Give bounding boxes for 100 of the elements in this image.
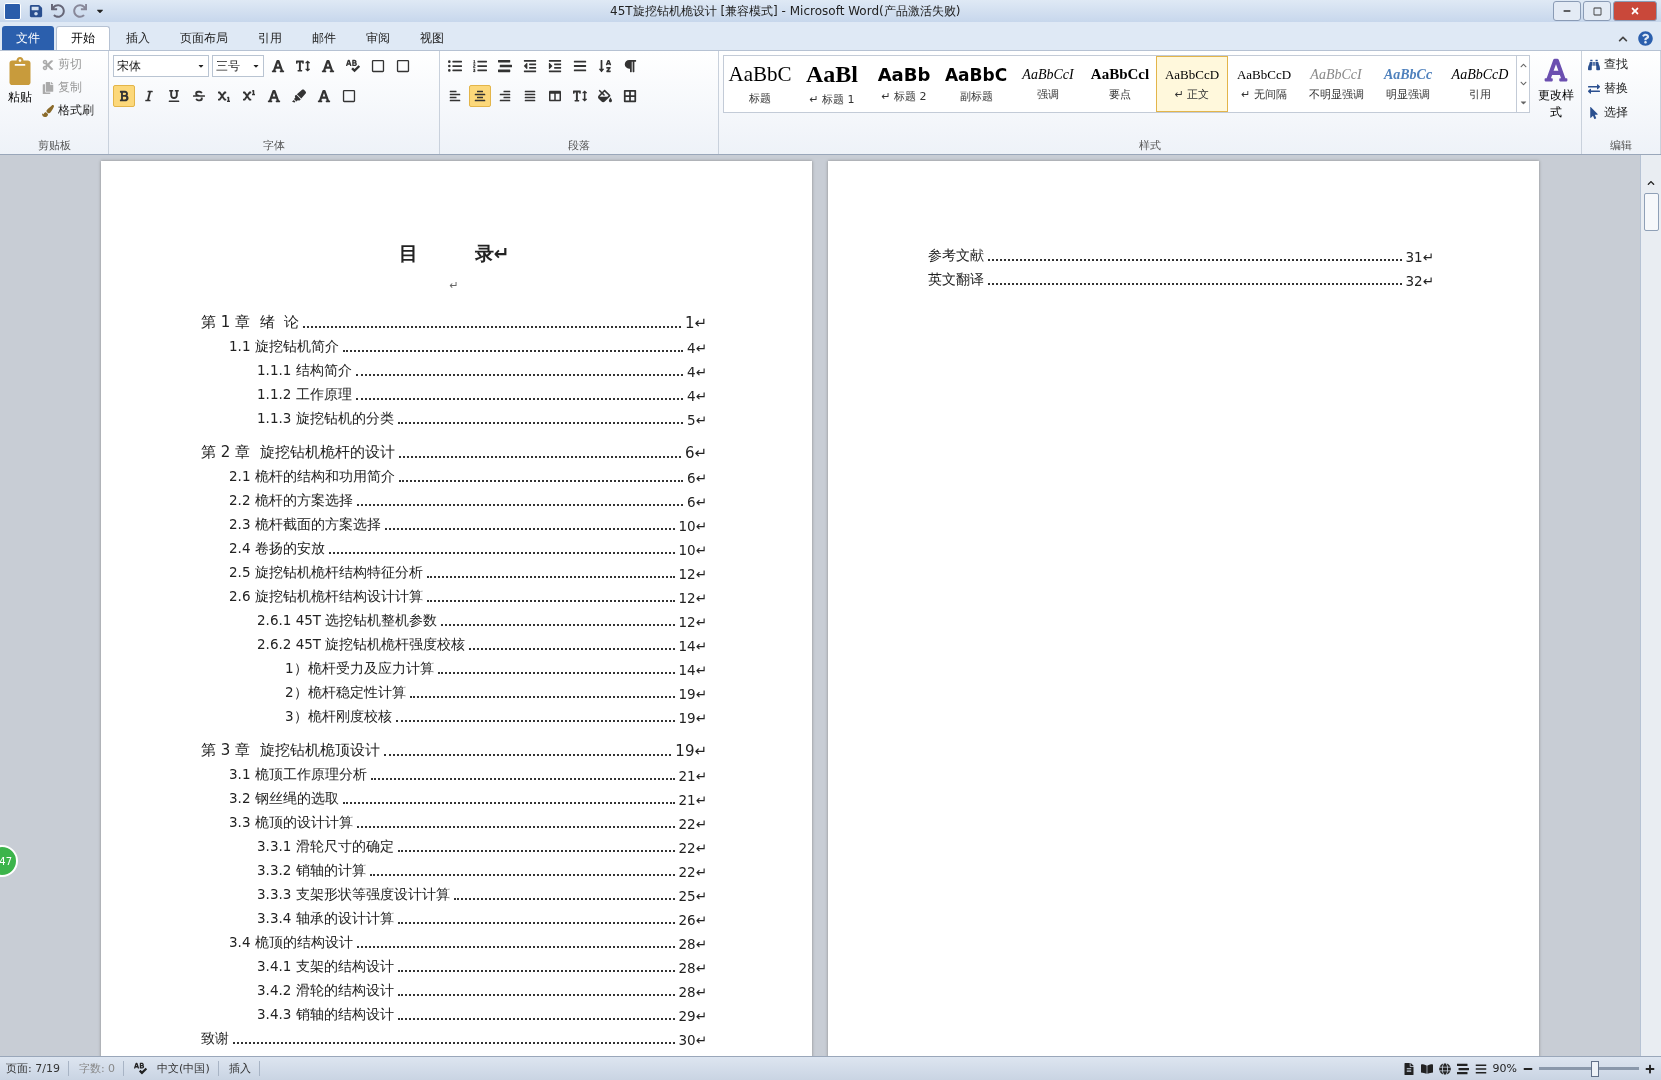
zoom-slider-thumb[interactable] — [1591, 1061, 1599, 1077]
align-center-icon — [474, 90, 486, 102]
page-number: 19↵ — [678, 710, 707, 726]
chapter-heading: 第 1 章 绪 论 — [201, 313, 300, 332]
align-distributed-icon — [549, 90, 561, 102]
find-button[interactable]: 查找 — [1586, 55, 1630, 74]
replace-button[interactable]: 替换 — [1586, 79, 1630, 98]
italic-icon — [143, 90, 155, 102]
style-preview: AaBbC — [944, 64, 1008, 85]
underline-icon — [168, 90, 180, 102]
minimize-button[interactable] — [1553, 1, 1581, 21]
page-number: 6↵ — [684, 444, 707, 462]
style-label: 不明显强调 — [1308, 86, 1364, 102]
toc-entry: 2.3 桅杆截面的方案选择 — [229, 516, 381, 534]
ribbon-tab[interactable]: 插入 — [112, 26, 164, 50]
toc-entry: 2.2 桅杆的方案选择 — [229, 492, 353, 510]
page-indicator: 页面: 7/19 — [6, 1061, 69, 1076]
ribbon-tab[interactable]: 开始 — [56, 26, 110, 50]
paragraph-icon — [623, 59, 637, 73]
insert-mode: 插入 — [228, 1061, 260, 1076]
page-number: 6↵ — [687, 494, 707, 510]
numbered-list-icon — [473, 59, 487, 73]
ribbon-tab[interactable]: 页面布局 — [166, 26, 242, 50]
page-number: 12↵ — [678, 590, 707, 606]
shrink-font-icon — [296, 59, 310, 73]
undo-icon — [51, 4, 65, 18]
style-preview: AaBbCcD — [1164, 66, 1220, 83]
toc-entry: 3.4 桅顶的结构设计 — [229, 934, 353, 952]
proofing-icon — [134, 1062, 148, 1075]
ribbon-tab[interactable]: 视图 — [406, 26, 458, 50]
style-preview: AaBbCcD — [1451, 66, 1509, 83]
outline-icon — [1456, 1062, 1469, 1075]
page-number: 21↵ — [678, 792, 707, 808]
close-button[interactable] — [1613, 1, 1657, 21]
page-number: 32↵ — [1405, 273, 1434, 289]
toc-entry: 2.6 旋挖钻机桅杆结构设计计算 — [229, 588, 423, 606]
word-logo-icon — [4, 2, 21, 20]
page-number: 4↵ — [687, 388, 707, 404]
font-icon — [267, 89, 281, 103]
page-number: 26↵ — [678, 912, 707, 928]
ribbon-tab[interactable]: 邮件 — [298, 26, 350, 50]
style-item[interactable]: AaBbCcD ↵ 正文 — [1156, 56, 1228, 112]
toc-entry: 3.3.3 支架形状等强度设计计算 — [257, 886, 450, 904]
style-label: 副标题 — [959, 88, 993, 104]
page-number: 10↵ — [678, 518, 707, 534]
font-name-field[interactable]: 宋体 — [113, 55, 209, 77]
font-size-field[interactable]: 三号 — [212, 55, 264, 77]
toc-title: 目 录↵ — [397, 241, 511, 266]
page-number: 28↵ — [678, 936, 707, 952]
bold-button[interactable] — [113, 85, 135, 107]
toc-entry: 1.1.1 结构简介 — [257, 362, 352, 380]
toc-entry: 2.4 卷扬的安放 — [229, 540, 325, 558]
caret-icon — [252, 62, 260, 70]
scroll-up-icon[interactable] — [1519, 61, 1527, 69]
help-icon — [1638, 31, 1653, 46]
toc-entry: 3.3 桅顶的设计计算 — [229, 814, 353, 832]
group-label: 字体 — [262, 138, 286, 154]
line-spacing-icon — [573, 89, 587, 103]
change-styles-button[interactable]: 更改样式 — [1534, 55, 1577, 138]
page-number: 22↵ — [678, 864, 707, 880]
ribbon-tab[interactable]: 引用 — [244, 26, 296, 50]
style-preview: AaBbCcI — [1310, 66, 1362, 83]
file-tab[interactable]: 文件 — [2, 26, 54, 50]
grow-font-icon — [271, 59, 285, 73]
sub-icon — [218, 90, 230, 102]
paste-button[interactable]: 粘贴 — [4, 55, 36, 138]
close-icon — [1630, 6, 1640, 16]
style-label: ↵ 标题 1 — [809, 92, 855, 107]
page-number: 19↵ — [675, 742, 707, 760]
style-label: 明显强调 — [1386, 86, 1430, 102]
style-preview: AaBbCcI — [1022, 66, 1074, 83]
scroll-up-icon[interactable] — [1647, 179, 1655, 187]
scrollbar-thumb[interactable] — [1643, 193, 1659, 231]
toc-entry: 3.3.4 轴承的设计计算 — [257, 910, 394, 928]
align-left-icon — [449, 90, 461, 102]
brush-button[interactable]: 格式刷 — [40, 101, 96, 120]
bold-icon — [118, 90, 130, 102]
outdent-icon — [523, 59, 537, 73]
style-label: 标题 — [749, 91, 771, 106]
spellcheck-icon — [346, 59, 360, 73]
toc-entry: 3.3.2 销轴的计算 — [257, 862, 366, 880]
align-center-button[interactable] — [469, 85, 491, 107]
ribbon-tab[interactable]: 审阅 — [352, 26, 404, 50]
style-preview: AaBl — [806, 61, 858, 88]
redo-icon — [73, 4, 87, 18]
styles-icon — [1542, 57, 1569, 83]
language-indicator: 中文(中国) — [157, 1061, 219, 1076]
toc-entry: 3.2 钢丝绳的选取 — [229, 790, 339, 808]
lines-icon — [573, 59, 587, 73]
sort-icon — [598, 59, 612, 73]
align-justify-icon — [524, 90, 536, 102]
sup-icon — [243, 90, 255, 102]
border-icon — [623, 89, 637, 103]
page-number: 4↵ — [687, 364, 707, 380]
scroll-down-icon[interactable] — [1519, 79, 1527, 87]
maximize-button[interactable] — [1583, 1, 1611, 21]
select-button[interactable]: 选择 — [1586, 103, 1630, 122]
toc-entry: 英文翻译 — [928, 271, 984, 289]
replace-icon — [1588, 82, 1600, 95]
highlighter-icon — [292, 89, 306, 103]
